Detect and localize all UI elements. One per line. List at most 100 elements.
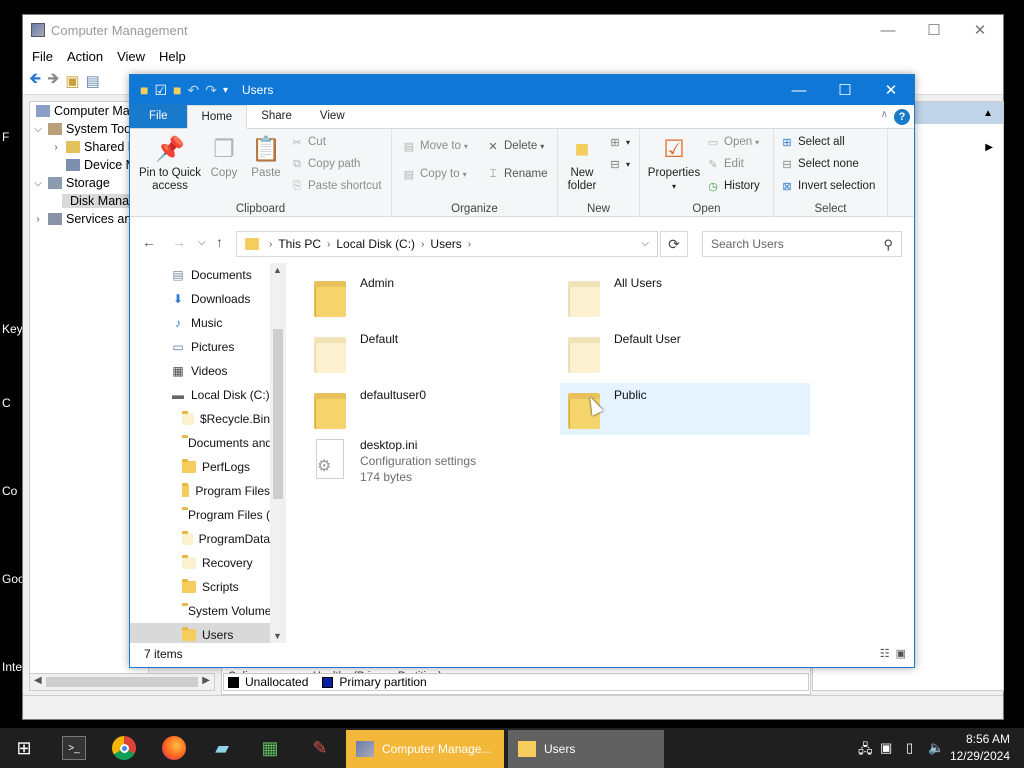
nav-item-videos[interactable]: ▦ Videos: [130, 359, 270, 383]
search-box[interactable]: Search Users ⚲: [702, 231, 902, 257]
maximize-button[interactable]: ☐: [911, 15, 957, 45]
desktop-label[interactable]: Co: [2, 484, 17, 498]
close-button[interactable]: ✕: [868, 75, 914, 105]
taskbar-computer-management[interactable]: Computer Manage...: [346, 730, 504, 768]
minimize-button[interactable]: —: [776, 75, 822, 105]
expand-icon[interactable]: ›: [50, 142, 62, 153]
chrome-icon[interactable]: [112, 736, 136, 760]
chevron-right-icon[interactable]: ›: [269, 239, 272, 250]
up-folder-icon[interactable]: ▣: [65, 72, 79, 90]
desktop-label[interactable]: F: [2, 130, 9, 144]
scroll-up-icon[interactable]: ▲: [273, 265, 282, 275]
collapse-ribbon-icon[interactable]: ∧: [881, 109, 888, 120]
redo-icon[interactable]: ↷: [205, 82, 217, 99]
minimize-button[interactable]: —: [865, 15, 911, 45]
spreadsheet-icon[interactable]: ▦: [258, 736, 282, 760]
pin-to-quick-access-button[interactable]: 📌 Pin to Quick access: [136, 133, 204, 193]
show-hide-tree-icon[interactable]: ▤: [86, 72, 100, 90]
delete-button[interactable]: ✕ Delete ▾: [486, 139, 544, 153]
scroll-left-icon[interactable]: ◀: [34, 675, 42, 686]
nav-item-system-volume-information[interactable]: System Volume Information: [130, 599, 270, 623]
new-folder-button[interactable]: ■ New folder: [562, 133, 602, 193]
easy-access-button[interactable]: ⊟ ▾: [608, 157, 630, 171]
nav-item-documents-and-settings[interactable]: Documents and Settings: [130, 431, 270, 455]
scroll-thumb[interactable]: [46, 677, 198, 687]
nav-item-users[interactable]: Users: [130, 623, 270, 643]
copy-button[interactable]: ❐ Copy: [206, 133, 242, 180]
menu-action[interactable]: Action: [60, 49, 110, 64]
nav-item-scripts[interactable]: Scripts: [130, 575, 270, 599]
expand-icon[interactable]: ›: [32, 214, 44, 225]
nav-item-documents[interactable]: ▤ Documents: [130, 263, 270, 287]
taskbar-users[interactable]: Users: [508, 730, 664, 768]
select-all-button[interactable]: ⊞ Select all: [780, 135, 844, 149]
menu-view[interactable]: View: [110, 49, 152, 64]
paint-icon[interactable]: ✎: [308, 736, 332, 760]
menu-help[interactable]: Help: [152, 49, 193, 64]
collapse-icon[interactable]: ⌵: [32, 178, 44, 189]
file-desktop-ini[interactable]: desktop.ini Configuration settings 174 b…: [306, 433, 556, 495]
chevron-right-icon[interactable]: ›: [468, 239, 471, 250]
nav-item-programdata[interactable]: ProgramData: [130, 527, 270, 551]
breadcrumb-local-disk[interactable]: Local Disk (C:): [336, 237, 415, 251]
tab-share[interactable]: Share: [247, 104, 306, 128]
cm-titlebar[interactable]: Computer Management — ☐ ✕: [23, 15, 1003, 45]
back-button[interactable]: ←: [142, 234, 156, 250]
collapse-up-icon[interactable]: ▲: [983, 108, 993, 119]
scroll-thumb[interactable]: [273, 329, 283, 499]
desktop-label[interactable]: Key: [2, 322, 23, 336]
folder-defaultuser0[interactable]: defaultuser0: [306, 383, 556, 435]
clock[interactable]: 8:56 AM 12/29/2024: [950, 731, 1010, 765]
nav-pane-scrollbar[interactable]: ▲ ▼: [270, 263, 286, 643]
breadcrumb-this-pc[interactable]: This PC: [278, 237, 321, 251]
windows-start-icon[interactable]: ⊞: [12, 736, 36, 760]
breadcrumb-users[interactable]: Users: [430, 237, 461, 251]
close-button[interactable]: ✕: [957, 15, 1003, 45]
collapse-icon[interactable]: ⌵: [32, 124, 44, 135]
new-folder-qat-icon[interactable]: ■: [173, 82, 181, 98]
expand-right-icon[interactable]: ▶: [985, 142, 993, 153]
maximize-button[interactable]: ☐: [822, 75, 868, 105]
nav-item-downloads[interactable]: ⬇ Downloads: [130, 287, 270, 311]
paste-button[interactable]: 📋 Paste: [246, 133, 286, 180]
desktop-label[interactable]: C: [2, 396, 11, 410]
volume-icon[interactable]: 🔈: [928, 740, 944, 756]
terminal-icon[interactable]: >_: [62, 736, 86, 760]
tab-view[interactable]: View: [306, 104, 359, 128]
tree-item-system-tools[interactable]: ⌵ System Tools: [32, 122, 140, 136]
nav-item-recycle-bin[interactable]: $Recycle.Bin: [130, 407, 270, 431]
usb-icon[interactable]: ▯: [906, 740, 913, 756]
network-icon[interactable]: 🖧: [858, 740, 873, 762]
undo-icon[interactable]: ↶: [188, 82, 200, 99]
copy-path-button[interactable]: ⧉ Copy path: [290, 157, 360, 171]
history-button[interactable]: ◷ History: [706, 179, 760, 193]
recent-locations-icon[interactable]: ⌵: [198, 237, 206, 248]
nav-item-recovery[interactable]: Recovery: [130, 551, 270, 575]
nav-item-program-files[interactable]: Program Files: [130, 479, 270, 503]
cut-button[interactable]: ✂ Cut: [290, 135, 326, 149]
open-button[interactable]: ▭ Open ▾: [706, 135, 759, 149]
chevron-right-icon[interactable]: ›: [327, 239, 330, 250]
color-icon[interactable]: ▣: [880, 740, 892, 756]
folder-all-users[interactable]: All Users: [560, 271, 810, 323]
invert-selection-button[interactable]: ⊠ Invert selection: [780, 179, 875, 193]
scroll-right-icon[interactable]: ▶: [202, 675, 210, 686]
firefox-icon[interactable]: [162, 736, 186, 760]
folder-default[interactable]: Default: [306, 327, 556, 379]
menu-file[interactable]: File: [25, 49, 60, 64]
folder-admin[interactable]: Admin: [306, 271, 556, 323]
new-item-button[interactable]: ⊞ ▾: [608, 135, 630, 149]
address-dropdown-icon[interactable]: ⌵: [641, 238, 649, 249]
back-arrow-icon[interactable]: 🡸: [29, 68, 41, 93]
tree-item-storage[interactable]: ⌵ Storage: [32, 176, 110, 190]
refresh-button[interactable]: ⟳: [660, 231, 688, 257]
up-button[interactable]: ↑: [216, 234, 223, 250]
properties-check-icon[interactable]: ☑: [154, 82, 167, 99]
details-view-icon[interactable]: ☷: [880, 647, 890, 660]
help-icon[interactable]: ?: [894, 109, 910, 125]
paste-shortcut-button[interactable]: ⎘ Paste shortcut: [290, 179, 382, 193]
rename-button[interactable]: ⌶ Rename: [486, 167, 548, 181]
folder-default-user[interactable]: Default User: [560, 327, 810, 379]
copy-to-button[interactable]: ▤ Copy to ▾: [402, 167, 467, 181]
large-icons-view-icon[interactable]: ▣: [896, 647, 906, 660]
